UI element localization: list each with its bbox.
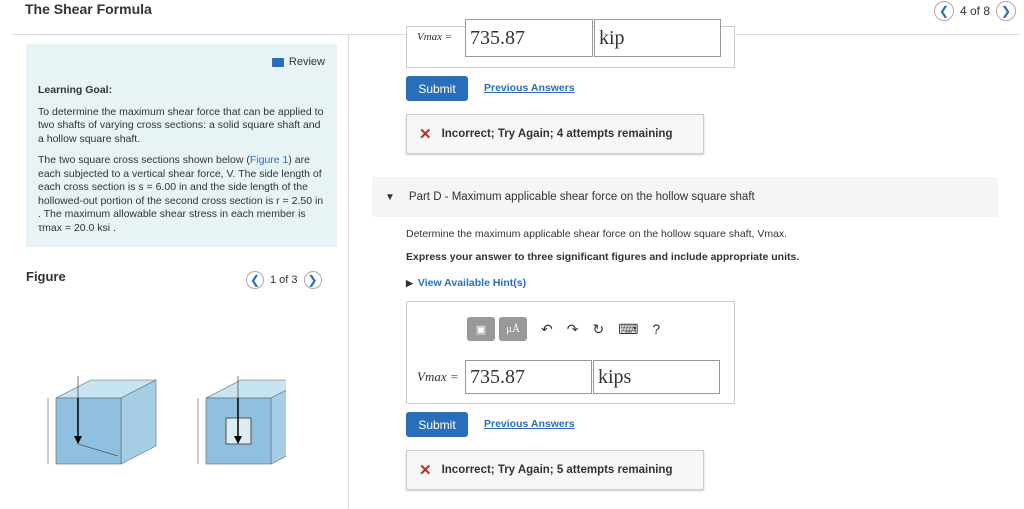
page-indicator: 4 of 8 bbox=[959, 4, 990, 18]
figure-label: Figure bbox=[26, 269, 66, 284]
learning-goal-panel: Review Learning Goal: To determine the m… bbox=[26, 44, 337, 247]
hollow-square-shaft bbox=[197, 376, 286, 465]
part-d-previous-answers-link[interactable]: Previous Answers bbox=[484, 418, 575, 430]
part-c-unit-input[interactable]: kip bbox=[594, 19, 721, 57]
part-c-feedback: ✕ Incorrect; Try Again; 4 attempts remai… bbox=[406, 114, 704, 154]
learning-goal-heading: Learning Goal: bbox=[38, 84, 113, 96]
error-x-icon: ✕ bbox=[419, 462, 432, 479]
column-divider bbox=[348, 34, 349, 509]
page-nav: ❮ 4 of 8 ❯ bbox=[933, 1, 1016, 21]
learning-goal-intro: To determine the maximum shear force tha… bbox=[38, 105, 324, 145]
part-d-feedback-text: Incorrect; Try Again; 5 attempts remaini… bbox=[441, 464, 673, 476]
redo-icon[interactable]: ↷ bbox=[567, 321, 579, 338]
figure-nav: ❮ 1 of 3 ❯ bbox=[246, 271, 322, 289]
review-link[interactable]: Review bbox=[271, 56, 325, 70]
part-c-feedback-text: Incorrect; Try Again; 4 attempts remaini… bbox=[441, 128, 673, 140]
help-icon[interactable]: ? bbox=[652, 321, 660, 337]
part-c-var-label: Vmax = bbox=[417, 31, 453, 43]
review-label: Review bbox=[288, 56, 325, 68]
prev-page-icon[interactable]: ❮ bbox=[933, 1, 954, 21]
part-c-value-input[interactable]: 735.87 bbox=[465, 19, 593, 57]
part-d-title: Part D - Maximum applicable shear force … bbox=[408, 191, 755, 203]
page-title: The Shear Formula bbox=[25, 1, 152, 17]
part-d-submit-button[interactable]: Submit bbox=[406, 412, 468, 437]
next-page-icon[interactable]: ❯ bbox=[996, 1, 1016, 21]
templates-icon[interactable]: ▣ bbox=[467, 317, 495, 341]
undo-icon[interactable]: ↶ bbox=[541, 321, 553, 338]
equation-toolbar: ▣ μÅ ↶ ↷ ↻ ⌨ ? bbox=[467, 317, 660, 341]
collapse-triangle-icon: ▼ bbox=[385, 191, 395, 203]
figure-link[interactable]: Figure 1 bbox=[250, 154, 289, 166]
solid-square-shaft bbox=[47, 376, 157, 465]
figure-prev-icon[interactable]: ❮ bbox=[246, 271, 264, 289]
units-button[interactable]: μÅ bbox=[499, 317, 527, 341]
part-d-header[interactable]: ▼ Part D - Maximum applicable shear forc… bbox=[372, 177, 998, 217]
reset-icon[interactable]: ↻ bbox=[592, 321, 604, 338]
part-c-answer-box: Vmax = 735.87 kip bbox=[406, 19, 735, 68]
keyboard-icon[interactable]: ⌨ bbox=[618, 321, 638, 338]
figure-next-icon[interactable]: ❯ bbox=[303, 271, 322, 289]
book-icon bbox=[271, 58, 284, 68]
part-c-submit-button[interactable]: Submit bbox=[406, 76, 468, 101]
expand-triangle-icon: ▶ bbox=[406, 278, 413, 288]
part-d-question: Determine the maximum applicable shear f… bbox=[406, 228, 788, 240]
part-d-answer-box: ▣ μÅ ↶ ↷ ↻ ⌨ ? Vmax = 735.87 kips bbox=[406, 301, 735, 404]
part-d-var-label: Vmax = bbox=[417, 369, 459, 384]
part-d-unit-input[interactable]: kips bbox=[593, 360, 720, 394]
part-d-feedback: ✕ Incorrect; Try Again; 5 attempts remai… bbox=[406, 450, 704, 490]
learning-goal-description: The two square cross sections shown belo… bbox=[38, 154, 324, 234]
error-x-icon: ✕ bbox=[419, 126, 432, 143]
hints-toggle[interactable]: ▶ View Available Hint(s) bbox=[406, 277, 526, 289]
hints-label: View Available Hint(s) bbox=[417, 277, 527, 289]
part-d-value-input[interactable]: 735.87 bbox=[465, 360, 592, 394]
part-c-previous-answers-link[interactable]: Previous Answers bbox=[484, 82, 575, 94]
cross-section-figure bbox=[47, 376, 286, 465]
part-d-instructions: Express your answer to three significant… bbox=[406, 251, 800, 263]
figure-page: 1 of 3 bbox=[270, 274, 298, 286]
